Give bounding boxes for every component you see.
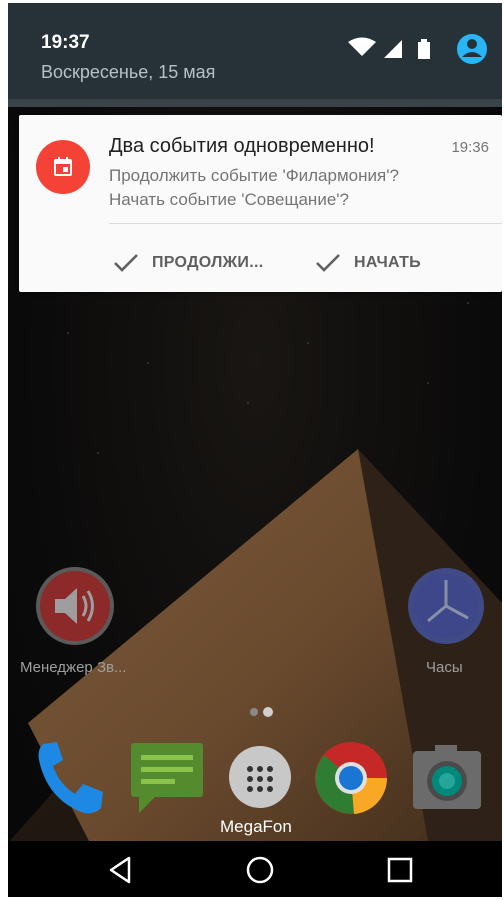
back-icon[interactable] xyxy=(105,853,139,887)
signal-icon xyxy=(384,40,402,58)
notification-time: 19:36 xyxy=(451,139,489,156)
page-indicator xyxy=(250,707,273,717)
start-button[interactable]: НАЧАТЬ xyxy=(315,248,421,278)
app-label-clock[interactable]: Часы xyxy=(426,659,463,676)
start-button-label: НАЧАТЬ xyxy=(354,254,421,271)
status-date: Воскресенье, 15 мая xyxy=(41,62,216,82)
speaker-icon[interactable] xyxy=(35,566,115,646)
phone-screen: 19:37 Воскресенье, 15 мая Два события од… xyxy=(8,3,502,897)
account-icon[interactable] xyxy=(457,34,487,64)
notification-line-1: Продолжить событие 'Филармония'? xyxy=(109,166,399,185)
notification-title: Два события одновременно! xyxy=(109,135,375,157)
wifi-icon xyxy=(348,37,376,56)
check-icon xyxy=(316,254,340,272)
messages-icon[interactable] xyxy=(129,741,205,815)
chrome-icon[interactable] xyxy=(314,741,388,815)
continue-button[interactable]: ПРОДОЛЖИ... xyxy=(113,248,263,278)
notification-shade: 19:37 Воскресенье, 15 мая xyxy=(8,3,502,99)
app-label-sound-manager[interactable]: Менеджер Зв... xyxy=(20,659,126,676)
clock-icon[interactable] xyxy=(406,566,486,646)
app-drawer-icon[interactable] xyxy=(228,745,292,809)
notification-divider xyxy=(109,223,502,224)
continue-button-label: ПРОДОЛЖИ... xyxy=(152,254,264,271)
status-time: 19:37 xyxy=(41,32,90,53)
home-icon[interactable] xyxy=(243,853,277,887)
shade-divider xyxy=(8,99,502,107)
calendar-icon xyxy=(36,140,90,194)
recents-icon[interactable] xyxy=(383,853,417,887)
notification-line-2: Начать событие 'Совещание'? xyxy=(109,190,349,209)
check-icon xyxy=(114,254,138,272)
battery-icon xyxy=(418,39,430,59)
notification-card[interactable]: Два события одновременно! 19:36 Продолжи… xyxy=(19,115,502,292)
phone-icon[interactable] xyxy=(33,738,113,818)
camera-icon[interactable] xyxy=(411,743,483,815)
app-label-megafon[interactable]: MegaFon xyxy=(220,817,292,837)
status-icons xyxy=(348,34,487,64)
navigation-bar xyxy=(8,841,502,897)
